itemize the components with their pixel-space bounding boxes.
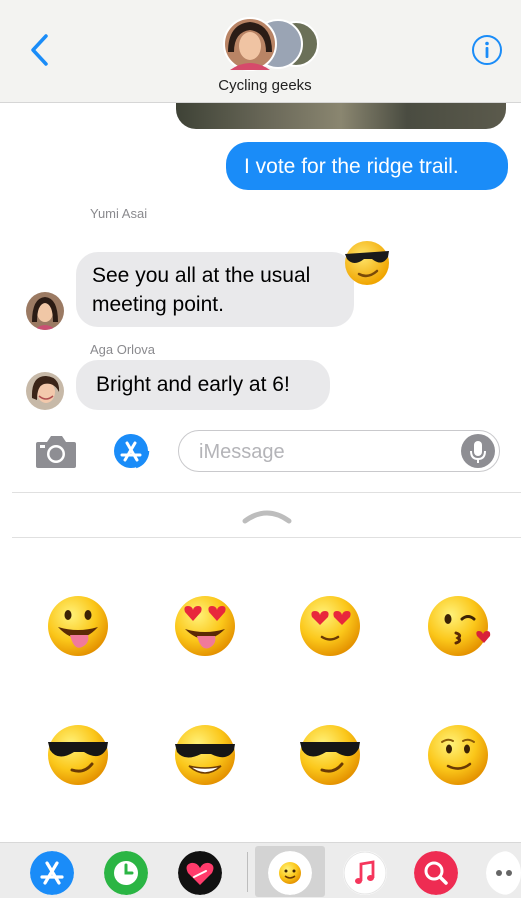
message-input[interactable] (178, 430, 500, 472)
avatar[interactable] (26, 372, 64, 410)
divider (247, 852, 248, 892)
received-message-bubble[interactable]: See you all at the usual meeting point. (76, 252, 354, 327)
more-icon[interactable] (486, 851, 521, 895)
message-text: See you all at the usual meeting point. (92, 264, 311, 316)
sunglasses-smirk-emoji[interactable] (46, 722, 110, 786)
chevron-up-icon[interactable] (241, 505, 293, 525)
grinning-tongue-emoji[interactable] (46, 593, 110, 657)
message-text: I vote for the ridge trail. (244, 155, 459, 178)
chevron-left-icon[interactable] (26, 30, 52, 70)
received-message-bubble[interactable]: Bright and early at 6! (76, 360, 330, 410)
divider (12, 537, 521, 538)
sunglasses-sticker[interactable] (342, 237, 392, 287)
group-avatars[interactable] (216, 16, 326, 74)
app-store-icon[interactable] (106, 432, 156, 470)
avatar[interactable] (26, 292, 64, 330)
app-store-icon[interactable] (30, 851, 74, 895)
sunglasses-grin-emoji[interactable] (173, 722, 237, 786)
kiss-wink-emoji[interactable] (428, 593, 492, 657)
message-field[interactable] (197, 439, 451, 465)
sender-name: Yumi Asai (90, 206, 148, 221)
message-text: Bright and early at 6! (96, 373, 290, 396)
sent-message-bubble[interactable]: I vote for the ridge trail. (226, 142, 508, 190)
group-name[interactable]: Cycling geeks (170, 77, 360, 94)
microphone-icon[interactable] (461, 434, 495, 468)
music-icon[interactable] (343, 851, 387, 895)
sender-name: Aga Orlova (90, 342, 156, 357)
info-icon[interactable] (471, 34, 503, 66)
camera-icon[interactable] (34, 432, 78, 470)
recents-clock-icon[interactable] (104, 851, 148, 895)
web-images-search-icon[interactable] (414, 851, 458, 895)
slight-smile-emoji[interactable] (428, 722, 492, 786)
divider (12, 492, 521, 493)
digital-touch-heart-icon[interactable] (178, 851, 222, 895)
heart-eyes-tongue-emoji[interactable] (173, 593, 237, 657)
emoji-stickers-icon[interactable] (268, 851, 312, 895)
sunglasses-smirk-emoji[interactable] (298, 722, 362, 786)
shared-photo[interactable] (176, 103, 506, 129)
heart-eyes-emoji[interactable] (298, 593, 362, 657)
